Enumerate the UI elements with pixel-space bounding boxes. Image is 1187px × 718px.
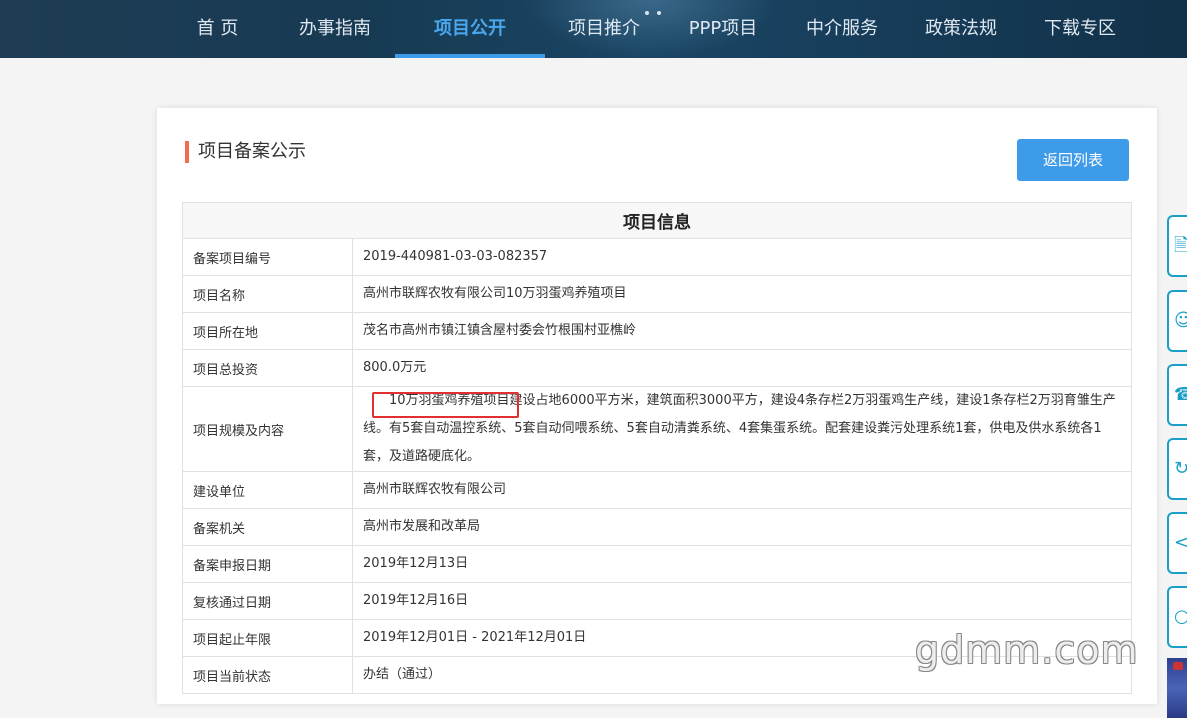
row-value: 高州市联辉农牧有限公司10万羽蛋鸡养殖项目 bbox=[352, 275, 1132, 313]
row-key: 复核通过日期 bbox=[182, 582, 353, 620]
document-icon: 🗎 bbox=[1174, 235, 1187, 256]
row-key: 备案项目编号 bbox=[182, 238, 353, 276]
nav-item-policy[interactable]: 政策法规 bbox=[916, 0, 1006, 58]
row-key: 项目所在地 bbox=[182, 312, 353, 350]
row-value-scale: 10万羽蛋鸡养殖项目 建设占地6000平方米，建筑面积3000平方，建设4条存栏2… bbox=[352, 386, 1132, 472]
row-key: 备案申报日期 bbox=[182, 545, 353, 583]
table-row: 备案申报日期 2019年12月13日 bbox=[182, 545, 1132, 583]
table-row: 项目名称 高州市联辉农牧有限公司10万羽蛋鸡养殖项目 bbox=[182, 275, 1132, 313]
section-title: 项目备案公示 bbox=[185, 141, 306, 163]
side-float-button-5[interactable]: < bbox=[1167, 512, 1187, 574]
row-key: 项目规模及内容 bbox=[182, 386, 353, 472]
watermark: gdmm.com bbox=[915, 628, 1139, 672]
back-to-list-button[interactable]: 返回列表 bbox=[1017, 139, 1129, 181]
row-key: 备案机关 bbox=[182, 508, 353, 546]
share-icon: < bbox=[1174, 532, 1187, 553]
row-key: 项目总投资 bbox=[182, 349, 353, 387]
project-info-table: 项目信息 备案项目编号 2019-440981-03-03-082357 项目名… bbox=[182, 202, 1132, 694]
row-key: 项目当前状态 bbox=[182, 656, 353, 694]
nav-item-project-disclosure[interactable]: 项目公开 bbox=[395, 0, 545, 58]
side-float-button-3[interactable]: ☎ bbox=[1167, 364, 1187, 426]
row-key: 项目名称 bbox=[182, 275, 353, 313]
side-float-button-4[interactable]: ↻ bbox=[1167, 438, 1187, 500]
flag-icon bbox=[1173, 662, 1183, 670]
table-row: 复核通过日期 2019年12月16日 bbox=[182, 582, 1132, 620]
nav-item-project-promotion[interactable]: 项目推介 bbox=[559, 0, 649, 58]
top-navigation-bar: 首 页 办事指南 项目公开 项目推介 PPP项目 中介服务 政策法规 下载专区 bbox=[0, 0, 1187, 58]
row-value: 高州市联辉农牧有限公司 bbox=[352, 471, 1132, 509]
side-float-button-1[interactable]: 🗎 bbox=[1167, 215, 1187, 277]
nav-item-ppp[interactable]: PPP项目 bbox=[680, 0, 766, 58]
side-banner-image[interactable] bbox=[1167, 658, 1187, 718]
project-detail-card: 项目备案公示 返回列表 项目信息 备案项目编号 2019-440981-03-0… bbox=[157, 108, 1157, 704]
row-value: 茂名市高州市镇江镇含屋村委会竹根围村亚樵岭 bbox=[352, 312, 1132, 350]
table-row: 项目总投资 800.0万元 bbox=[182, 349, 1132, 387]
row-value: 800.0万元 bbox=[352, 349, 1132, 387]
nav-item-home[interactable]: 首 页 bbox=[190, 0, 245, 58]
side-float-button-2[interactable]: ☺ bbox=[1167, 290, 1187, 352]
row-key: 建设单位 bbox=[182, 471, 353, 509]
refresh-icon: ↻ bbox=[1174, 458, 1187, 479]
nav-item-guide[interactable]: 办事指南 bbox=[290, 0, 380, 58]
table-header: 项目信息 bbox=[182, 202, 1132, 239]
highlighted-project-name: 10万羽蛋鸡养殖项目 bbox=[372, 392, 519, 418]
row-value: 2019年12月13日 bbox=[352, 545, 1132, 583]
row-value: 高州市发展和改革局 bbox=[352, 508, 1132, 546]
row-value: 2019-440981-03-03-082357 bbox=[352, 238, 1132, 276]
row-value: 2019年12月16日 bbox=[352, 582, 1132, 620]
table-row: 项目规模及内容 10万羽蛋鸡养殖项目 建设占地6000平方米，建筑面积3000平方… bbox=[182, 386, 1132, 472]
phone-icon: ☎ bbox=[1174, 384, 1187, 405]
table-row: 项目所在地 茂名市高州市镇江镇含屋村委会竹根围村亚樵岭 bbox=[182, 312, 1132, 350]
row-key: 项目起止年限 bbox=[182, 619, 353, 657]
table-row: 建设单位 高州市联辉农牧有限公司 bbox=[182, 471, 1132, 509]
circle-icon: ○ bbox=[1174, 606, 1187, 627]
side-float-button-6[interactable]: ○ bbox=[1167, 586, 1187, 648]
nav-item-intermediary[interactable]: 中介服务 bbox=[797, 0, 887, 58]
user-icon: ☺ bbox=[1174, 310, 1187, 331]
table-row: 备案项目编号 2019-440981-03-03-082357 bbox=[182, 238, 1132, 276]
table-row: 备案机关 高州市发展和改革局 bbox=[182, 508, 1132, 546]
nav-item-downloads[interactable]: 下载专区 bbox=[1035, 0, 1125, 58]
